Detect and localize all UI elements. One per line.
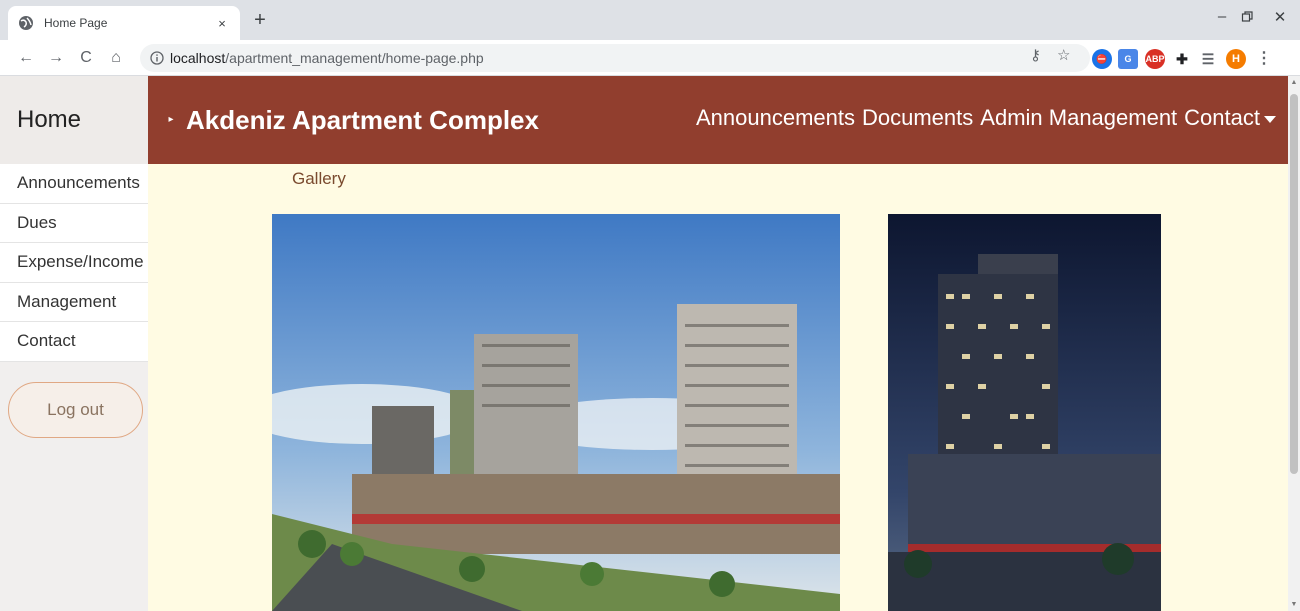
sidebar: Home Announcements Dues Expense/Income M…	[0, 76, 148, 611]
menu-dots-icon[interactable]: ⋮	[1254, 49, 1274, 69]
globe-icon	[19, 16, 33, 30]
scroll-down-icon[interactable]: ▼	[1290, 601, 1298, 608]
minimize-icon[interactable]: –	[1212, 8, 1232, 25]
address-bar[interactable]: localhost/apartment_management/home-page…	[140, 44, 1090, 72]
maximize-icon[interactable]	[1237, 8, 1257, 27]
reload-icon[interactable]: C	[76, 48, 96, 68]
info-icon	[150, 51, 164, 65]
url-path: /apartment_management/home-page.php	[225, 50, 484, 66]
nav-announcements[interactable]: Announcements	[696, 105, 855, 131]
url-host: localhost	[170, 50, 226, 66]
logout-button[interactable]: Log out	[8, 382, 143, 438]
sidebar-menu: Announcements Dues Expense/Income Manage…	[0, 164, 148, 362]
scroll-up-icon[interactable]: ▲	[1290, 79, 1298, 86]
caret-right-icon[interactable]: ▸	[163, 112, 179, 128]
adblock-icon[interactable]: ABP	[1145, 49, 1165, 69]
top-nav: Announcements Documents Admin Management…	[696, 105, 1276, 131]
extension-icon[interactable]: ⛔	[1092, 49, 1112, 69]
nav-admin-management[interactable]: Admin Management	[980, 105, 1177, 131]
sidebar-title: Home	[0, 76, 148, 164]
brand-title[interactable]: Akdeniz Apartment Complex	[186, 105, 539, 136]
puzzle-icon[interactable]: ✚	[1172, 49, 1192, 69]
gallery-title: Gallery	[292, 169, 346, 188]
site-header: ▸ Akdeniz Apartment Complex Announcement…	[148, 76, 1288, 164]
star-icon[interactable]: ☆	[1057, 46, 1070, 64]
nav-contact-label: Contact	[1184, 105, 1260, 130]
caret-down-icon	[1264, 115, 1276, 123]
tab-close-icon[interactable]: ×	[214, 16, 230, 31]
sidebar-item-expense-income[interactable]: Expense/Income	[0, 243, 148, 283]
close-window-icon[interactable]: ✕	[1270, 8, 1290, 26]
back-icon[interactable]: ←	[16, 48, 36, 68]
sidebar-item-contact[interactable]: Contact	[0, 322, 148, 362]
nav-contact-dropdown[interactable]: Contact	[1184, 105, 1276, 131]
sidebar-item-management[interactable]: Management	[0, 283, 148, 322]
scroll-thumb[interactable]	[1290, 94, 1298, 474]
home-icon[interactable]: ⌂	[106, 48, 126, 68]
sidebar-item-dues[interactable]: Dues	[0, 204, 148, 243]
sidebar-item-announcements[interactable]: Announcements	[0, 164, 148, 204]
avatar[interactable]: H	[1226, 49, 1246, 69]
reading-list-icon[interactable]: ☰	[1198, 49, 1218, 69]
nav-documents[interactable]: Documents	[862, 105, 973, 131]
translate-icon[interactable]: G	[1118, 49, 1138, 69]
new-tab-button[interactable]: +	[250, 10, 270, 30]
forward-icon[interactable]: →	[46, 48, 66, 68]
browser-tab-strip: Home Page × + – ✕	[0, 0, 1300, 40]
gallery-image-day[interactable]	[272, 214, 840, 611]
browser-tab[interactable]: Home Page ×	[8, 6, 240, 40]
tab-title: Home Page	[44, 16, 108, 30]
page: Home Announcements Dues Expense/Income M…	[0, 76, 1288, 611]
key-icon[interactable]: ⚷	[1030, 46, 1041, 64]
gallery-image-night[interactable]	[888, 214, 1161, 611]
scrollbar[interactable]: ▲ ▼	[1288, 76, 1300, 611]
